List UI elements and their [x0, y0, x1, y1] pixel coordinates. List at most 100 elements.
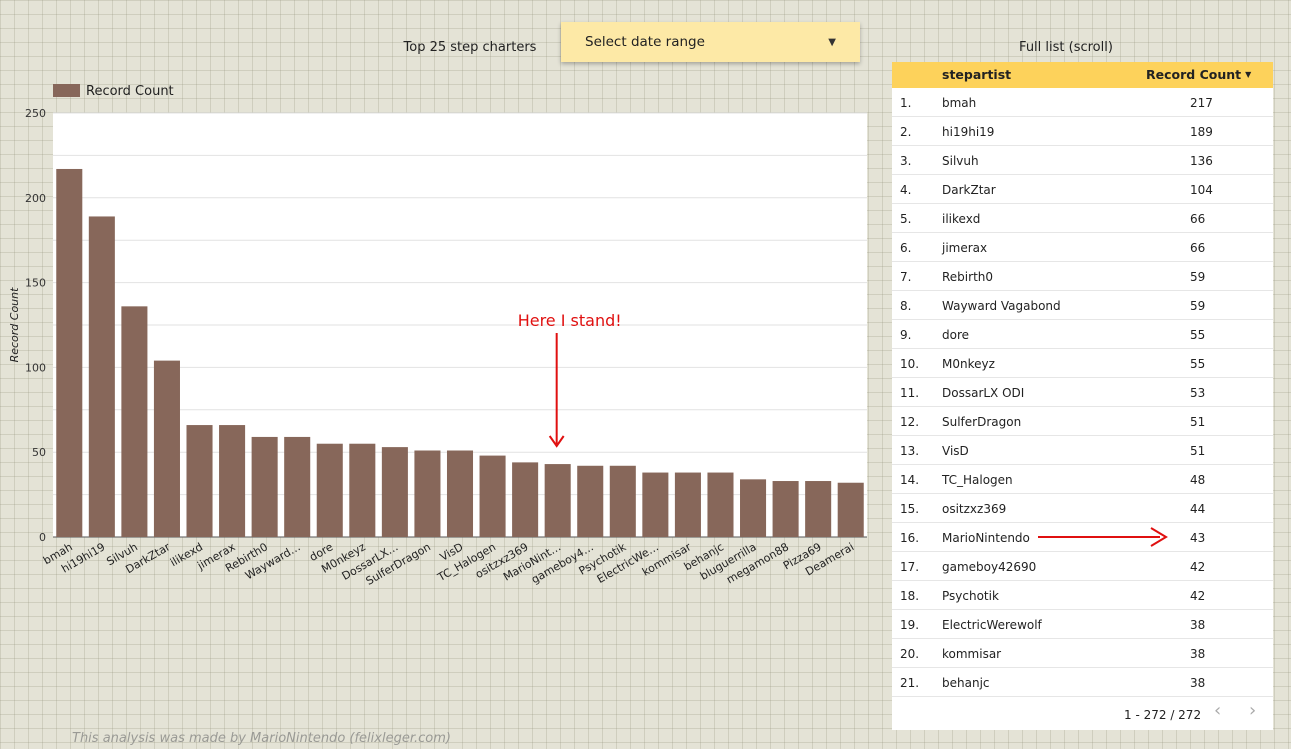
row-record-count: 38 [1190, 647, 1206, 661]
bar-chart: 050100150200250Record CountRecord Countb… [8, 84, 867, 588]
bar [707, 472, 734, 537]
table-title: Full list (scroll) [1019, 40, 1113, 55]
bar [56, 168, 83, 537]
legend-swatch [53, 84, 80, 97]
row-stepartist: ositzxz369 [942, 502, 1007, 516]
row-record-count: 53 [1190, 386, 1206, 400]
table-row[interactable]: 8. Wayward Vagabond 59 [892, 291, 1273, 320]
row-index: 13. [900, 444, 920, 458]
column-header-stepartist[interactable]: stepartist [942, 67, 1011, 82]
table-row[interactable]: 1. bmah 217 [892, 88, 1273, 117]
row-record-count: 55 [1190, 357, 1206, 371]
row-record-count: 66 [1190, 212, 1206, 226]
row-stepartist: bmah [942, 96, 977, 110]
y-tick-label: 100 [25, 361, 46, 374]
table-row[interactable]: 11. DossarLX ODI 53 [892, 378, 1273, 407]
row-index: 20. [900, 647, 920, 661]
bar [609, 465, 636, 537]
row-stepartist: Silvuh [942, 154, 979, 168]
row-stepartist: dore [942, 328, 970, 342]
table-row[interactable]: 12. SulferDragon 51 [892, 407, 1273, 436]
row-stepartist: hi19hi19 [942, 125, 995, 139]
row-index: 5. [900, 212, 912, 226]
row-stepartist: DarkZtar [942, 183, 996, 197]
row-stepartist: SulferDragon [942, 415, 1022, 429]
y-axis-label: Record Count [8, 287, 21, 363]
row-stepartist: Rebirth0 [942, 270, 994, 284]
table-row[interactable]: 14. TC_Halogen 48 [892, 465, 1273, 494]
table-row[interactable]: 18. Psychotik 42 [892, 581, 1273, 610]
chevron-right-icon[interactable]: › [1249, 702, 1256, 720]
table-row[interactable]: 10. M0nkeyz 55 [892, 349, 1273, 378]
table-row[interactable]: 15. ositzxz369 44 [892, 494, 1273, 523]
row-stepartist: ilikexd [942, 212, 981, 226]
row-record-count: 66 [1190, 241, 1206, 255]
row-stepartist: Wayward Vagabond [942, 299, 1061, 313]
bar [316, 443, 343, 537]
row-record-count: 59 [1190, 270, 1206, 284]
row-index: 17. [900, 560, 920, 574]
bar [805, 481, 832, 537]
row-record-count: 38 [1190, 676, 1206, 690]
row-record-count: 48 [1190, 473, 1206, 487]
row-index: 1. [900, 96, 912, 110]
y-tick-label: 0 [39, 531, 46, 544]
row-index: 3. [900, 154, 912, 168]
column-header-record-count-label: Record Count [1146, 67, 1242, 82]
table-row[interactable]: 3. Silvuh 136 [892, 146, 1273, 175]
chart-title: Top 25 step charters [403, 40, 537, 55]
row-stepartist: ElectricWerewolf [942, 618, 1042, 632]
chevron-left-icon[interactable]: ‹ [1214, 702, 1221, 720]
bar [88, 216, 115, 537]
date-range-label: Select date range [585, 34, 705, 50]
row-index: 4. [900, 183, 912, 197]
table-row[interactable]: 2. hi19hi19 189 [892, 117, 1273, 146]
row-index: 6. [900, 241, 912, 255]
bar [349, 443, 376, 537]
bar [512, 462, 539, 537]
row-record-count: 44 [1190, 502, 1206, 516]
table-row[interactable]: 5. ilikexd 66 [892, 204, 1273, 233]
y-tick-label: 150 [25, 277, 46, 290]
watermark: This analysis was made by MarioNintendo … [72, 731, 451, 746]
row-stepartist: jimerax [942, 241, 988, 255]
table-body: 1. bmah 217 2. hi19hi19 189 3. Silvuh 136 4. DarkZ… [892, 88, 1273, 697]
pagination-label: 1 - 272 / 272 [1124, 708, 1202, 722]
table-row[interactable]: 21. behanjc 38 [892, 668, 1273, 697]
y-tick-label: 250 [25, 107, 46, 120]
table-row[interactable]: 4. DarkZtar 104 [892, 175, 1273, 204]
table-row[interactable]: 19. ElectricWerewolf 38 [892, 610, 1273, 639]
date-range-dropdown[interactable]: Select date range ▼ [561, 22, 860, 62]
row-stepartist: VisD [942, 444, 969, 458]
row-stepartist: behanjc [942, 676, 990, 690]
table-row[interactable]: 16. MarioNintendo 43 [892, 523, 1273, 552]
table-row[interactable]: 20. kommisar 38 [892, 639, 1273, 668]
table-row[interactable]: 17. gameboy42690 42 [892, 552, 1273, 581]
bar [772, 481, 799, 537]
bar [479, 455, 506, 537]
table-row[interactable]: 6. jimerax 66 [892, 233, 1273, 262]
row-stepartist: TC_Halogen [942, 473, 1013, 487]
table-row[interactable]: 7. Rebirth0 59 [892, 262, 1273, 291]
row-stepartist: gameboy42690 [942, 560, 1037, 574]
bar [219, 425, 246, 537]
table-header: stepartist Record Count ▼ [892, 62, 1273, 88]
y-tick-label: 50 [32, 446, 46, 459]
row-record-count: 59 [1190, 299, 1206, 313]
bar [577, 465, 604, 537]
row-record-count: 42 [1190, 560, 1206, 574]
table-row[interactable]: 9. dore 55 [892, 320, 1273, 349]
row-index: 12. [900, 415, 920, 429]
row-index: 11. [900, 386, 920, 400]
row-index: 16. [900, 531, 920, 545]
bar [186, 425, 213, 537]
row-record-count: 104 [1190, 183, 1213, 197]
column-header-record-count[interactable]: Record Count ▼ [1146, 67, 1251, 82]
row-record-count: 55 [1190, 328, 1206, 342]
table-row[interactable]: 13. VisD 51 [892, 436, 1273, 465]
row-index: 18. [900, 589, 920, 603]
row-index: 14. [900, 473, 920, 487]
bar [544, 464, 571, 537]
row-record-count: 51 [1190, 415, 1206, 429]
stepartist-table[interactable]: stepartist Record Count ▼ 1. bmah 217 2. hi19… [892, 62, 1273, 730]
